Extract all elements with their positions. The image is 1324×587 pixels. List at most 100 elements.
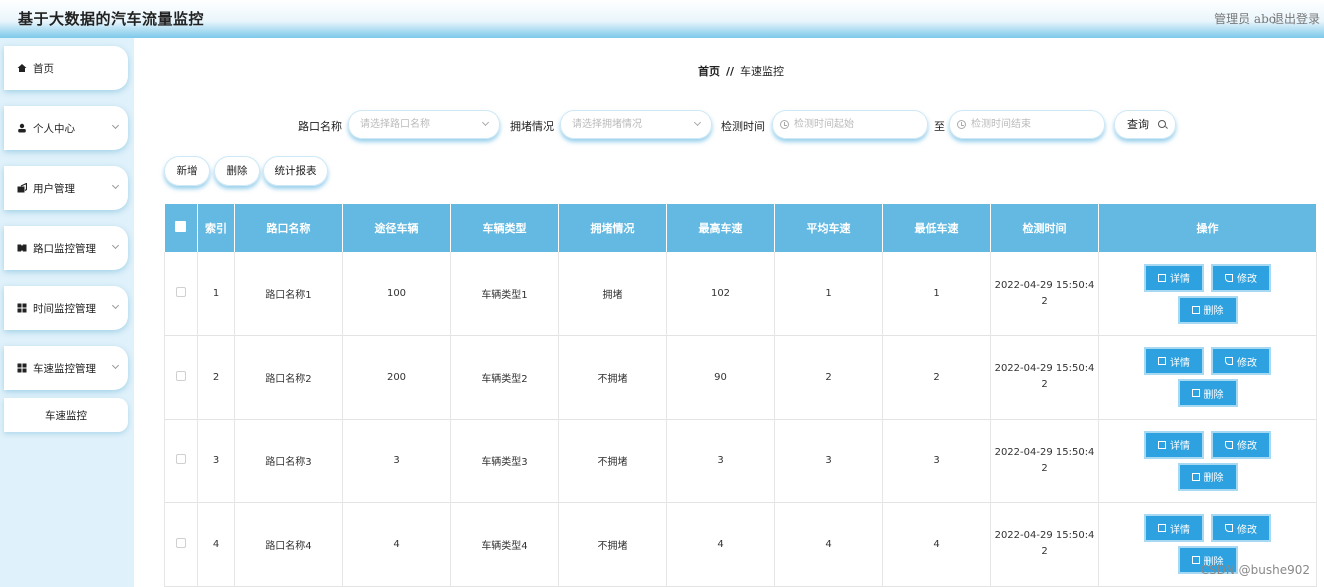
sidebar-item-home[interactable]: 首页 — [4, 46, 128, 90]
row-delete-button[interactable]: 删除 — [1179, 381, 1236, 406]
sidebar-item-label: 车速监控管理 — [33, 362, 96, 375]
watermark-text: CSDN @bushe902 — [1200, 563, 1310, 577]
time-start-placeholder: 检测时间起始 — [794, 119, 854, 130]
select-all-checkbox[interactable] — [164, 204, 198, 252]
time-line-2: 2 — [1041, 462, 1048, 474]
chevron-down-icon — [111, 181, 120, 190]
admin-name: 管理员 abo — [1214, 12, 1276, 26]
table-row: 1 路口名称1 100 车辆类型1 拥堵 102 1 1 2022-04-29 … — [164, 252, 1317, 336]
cell-congestion: 不拥堵 — [558, 502, 667, 586]
detail-icon — [1158, 273, 1166, 282]
cell-vehicles: 3 — [342, 419, 451, 503]
data-table: 索引 路口名称 途径车辆 车辆类型 拥堵情况 最高车速 平均车速 最低车速 检测… — [164, 204, 1317, 587]
logout-link[interactable]: 退出登录 — [1272, 10, 1320, 27]
breadcrumb-current: 车速监控 — [740, 65, 785, 78]
cell-vehicle-type: 车辆类型2 — [450, 335, 559, 419]
table-row: 3 路口名称3 3 车辆类型3 不拥堵 3 3 3 2022-04-29 15:… — [164, 419, 1317, 503]
cell-vehicles: 100 — [342, 252, 451, 336]
cell-crossing: 路口名称2 — [234, 335, 343, 419]
delete-button-label: 删除 — [1203, 389, 1224, 401]
time-end-input[interactable]: 检测时间结束 — [949, 110, 1105, 139]
edit-button[interactable]: 修改 — [1213, 349, 1269, 374]
row-checkbox[interactable] — [176, 287, 186, 297]
crossing-select[interactable]: 请选择路口名称 — [348, 110, 500, 139]
row-checkbox[interactable] — [176, 370, 186, 381]
sidebar-item-personal-center[interactable]: 个人中心 — [4, 106, 128, 150]
chevron-down-icon — [693, 118, 702, 127]
row-checkbox[interactable] — [176, 454, 186, 465]
cell-max-speed: 90 — [666, 335, 775, 419]
sidebar-item-label: 时间监控管理 — [33, 302, 96, 315]
sidebar-item-crossing-monitor[interactable]: 路口监控管理 — [4, 226, 128, 270]
delete-button-label: 删除 — [1203, 306, 1224, 317]
to-label: 至 — [934, 120, 945, 133]
detail-button[interactable]: 详情 — [1146, 516, 1202, 541]
edit-button[interactable]: 修改 — [1213, 432, 1269, 457]
query-button[interactable]: 查询 — [1114, 110, 1176, 139]
grid-icon — [17, 363, 27, 373]
top-header: 基于大数据的汽车流量监控 管理员 abo 退出登录 — [0, 0, 1324, 38]
cell-detect-time: 2022-04-29 15:50:4 2 — [990, 419, 1099, 503]
chevron-down-icon — [111, 301, 120, 310]
sidebar-item-time-monitor[interactable]: 时间监控管理 — [4, 286, 128, 330]
time-line-1: 2022-04-29 15:50:4 — [994, 446, 1095, 458]
breadcrumb-home[interactable]: 首页 — [698, 65, 720, 78]
cell-min-speed: 3 — [882, 419, 991, 503]
sidebar-item-label: 路口监控管理 — [33, 242, 96, 255]
sidebar: 首页 个人中心 用户管理 路口监控管理 时间监控管理 车速监控管理 车速监控 — [0, 38, 134, 587]
row-delete-button[interactable]: 删除 — [1179, 297, 1236, 322]
cell-min-speed: 2 — [882, 335, 991, 419]
edit-button[interactable]: 修改 — [1213, 516, 1269, 541]
sidebar-subitem-speed-monitor[interactable]: 车速监控 — [4, 398, 128, 432]
congestion-select-placeholder: 请选择拥堵情况 — [572, 119, 642, 130]
table-header-row: 索引 路口名称 途径车辆 车辆类型 拥堵情况 最高车速 平均车速 最低车速 检测… — [164, 204, 1317, 252]
crossing-label: 路口名称 — [298, 120, 342, 133]
cell-congestion: 不拥堵 — [558, 419, 667, 503]
detail-icon — [1158, 357, 1166, 366]
cell-actions: 详情 修改 删除 — [1098, 335, 1317, 419]
chevron-down-icon — [111, 361, 120, 370]
time-line-1: 2022-04-29 15:50:4 — [994, 279, 1095, 291]
cell-vehicle-type: 车辆类型1 — [450, 252, 559, 336]
table-row: 4 路口名称4 4 车辆类型4 不拥堵 4 4 4 2022-04-29 15:… — [164, 502, 1317, 586]
report-button[interactable]: 统计报表 — [263, 156, 328, 186]
cell-congestion: 不拥堵 — [558, 335, 667, 419]
edit-icon — [1225, 440, 1233, 449]
col-header-min-speed: 最低车速 — [882, 204, 991, 252]
sidebar-item-user-management[interactable]: 用户管理 — [4, 166, 128, 210]
edit-button-label: 修改 — [1237, 441, 1257, 453]
row-checkbox[interactable] — [176, 537, 186, 548]
chevron-down-icon — [481, 118, 490, 127]
row-delete-button[interactable]: 删除 — [1179, 464, 1236, 489]
cell-max-speed: 102 — [666, 252, 775, 336]
detail-icon — [1158, 440, 1166, 449]
detail-button[interactable]: 详情 — [1146, 349, 1202, 374]
cell-vehicles: 200 — [342, 335, 451, 419]
breadcrumb-separator: // — [726, 65, 735, 78]
edit-icon — [1225, 524, 1233, 533]
edit-button[interactable]: 修改 — [1213, 265, 1269, 290]
cell-crossing: 路口名称3 — [234, 419, 343, 503]
col-header-crossing: 路口名称 — [234, 204, 343, 252]
cell-index: 1 — [197, 252, 235, 336]
time-line-2: 2 — [1041, 546, 1048, 558]
time-line-2: 2 — [1041, 379, 1048, 391]
sidebar-item-speed-monitor[interactable]: 车速监控管理 — [4, 346, 128, 390]
delete-icon — [1191, 389, 1200, 398]
sidebar-item-label: 用户管理 — [33, 182, 75, 195]
user-icon — [17, 123, 27, 133]
congestion-select[interactable]: 请选择拥堵情况 — [560, 110, 712, 139]
detail-button[interactable]: 详情 — [1146, 265, 1202, 290]
add-button[interactable]: 新增 — [164, 156, 210, 186]
detail-button[interactable]: 详情 — [1146, 432, 1202, 457]
edit-icon — [1225, 357, 1233, 366]
cell-actions: 详情 修改 删除 — [1098, 252, 1317, 336]
edit-button-label: 修改 — [1237, 524, 1257, 536]
delete-button[interactable]: 删除 — [214, 156, 260, 186]
col-header-index: 索引 — [197, 204, 235, 252]
cell-crossing: 路口名称4 — [234, 502, 343, 586]
col-header-vehicles: 途径车辆 — [342, 204, 451, 252]
delete-icon — [1191, 472, 1200, 481]
detail-button-label: 详情 — [1170, 274, 1190, 285]
time-start-input[interactable]: 检测时间起始 — [772, 110, 928, 139]
